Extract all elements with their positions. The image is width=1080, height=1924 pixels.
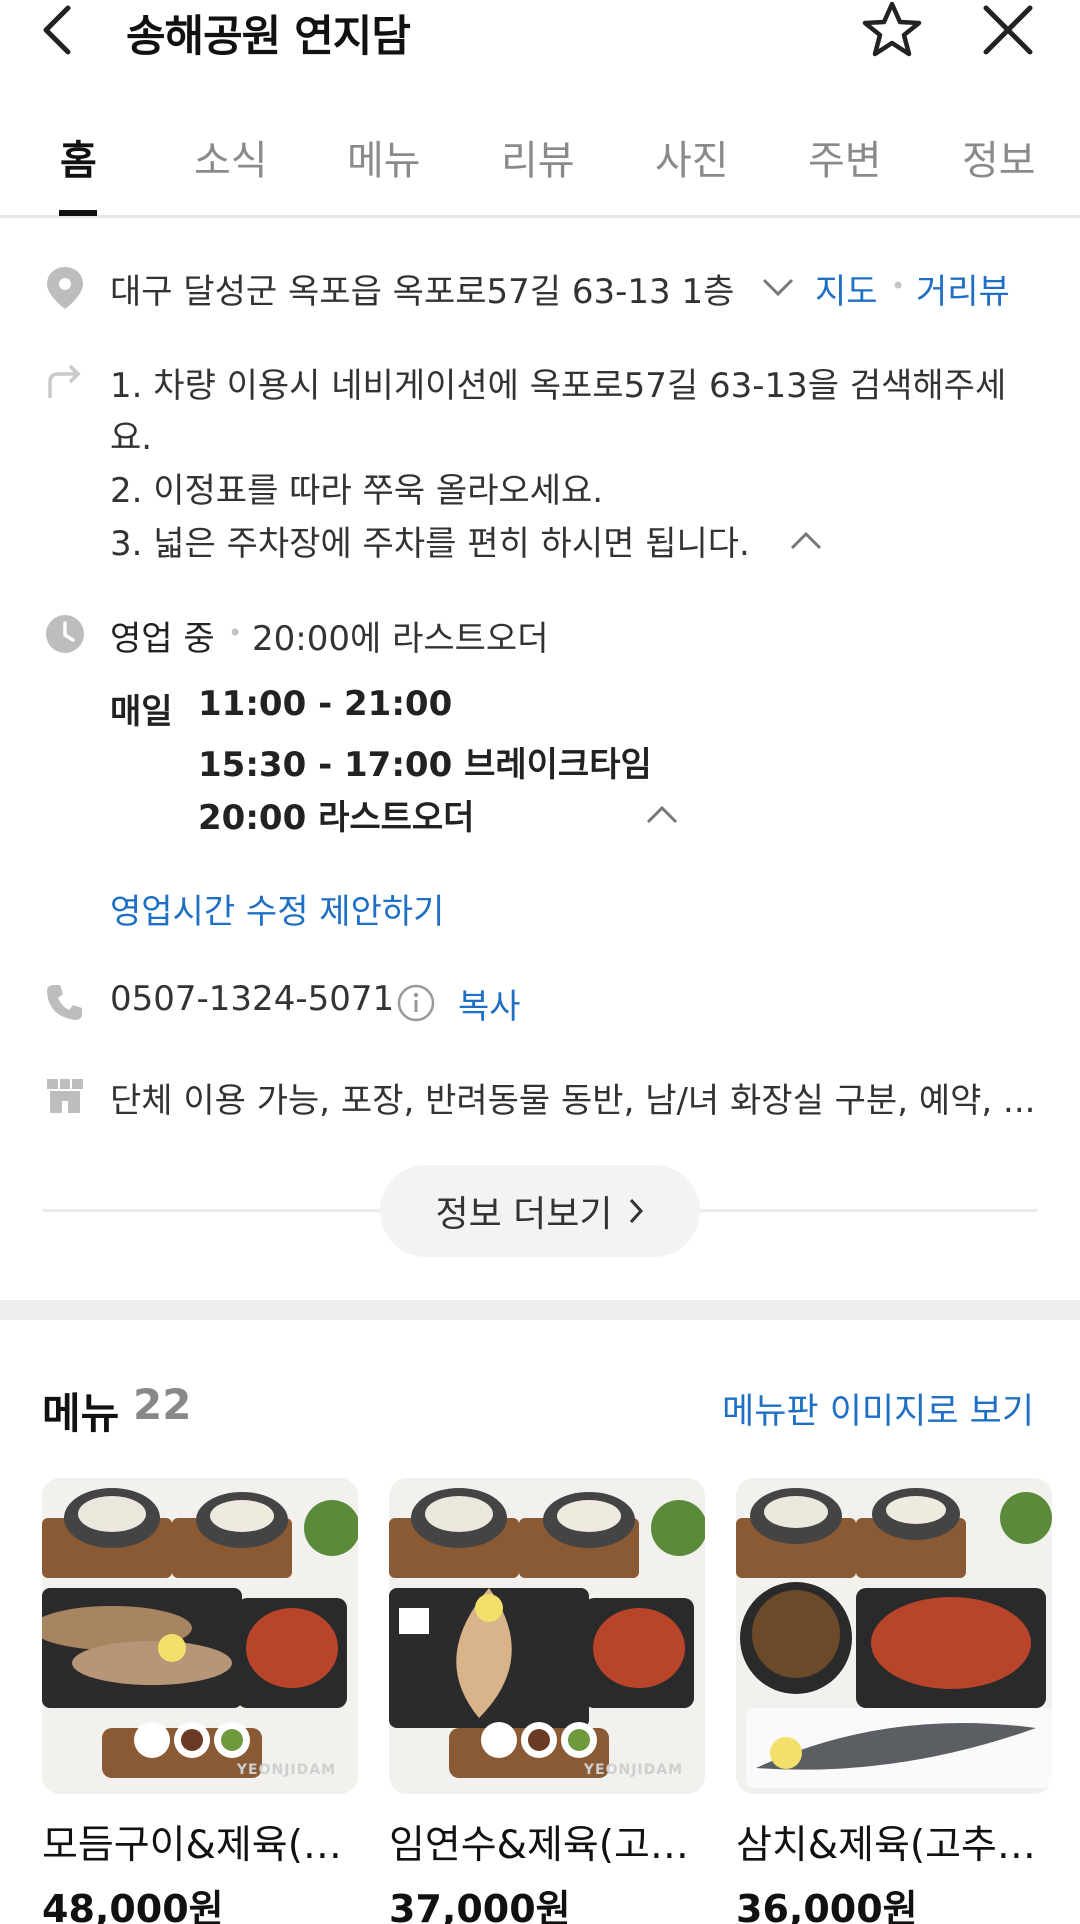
roadview-link[interactable]: 거리뷰 — [916, 264, 1010, 313]
menu-item-price: 37,000원 — [389, 1887, 571, 1924]
tab-nearby[interactable]: 주변 — [808, 128, 882, 186]
menu-item-photo — [736, 1478, 1052, 1794]
directions-line-2: 2. 이정표를 따라 쭈욱 올라오세요. — [110, 471, 604, 511]
tab-photos[interactable]: 사진 — [655, 128, 729, 186]
menu-count: 22 — [133, 1380, 192, 1429]
hours-day: 매일 — [110, 692, 173, 732]
more-info-button[interactable]: 정보 더보기 — [380, 1165, 700, 1257]
active-tab-indicator — [59, 210, 97, 216]
map-link[interactable]: 지도 — [815, 264, 878, 313]
chevron-up-icon — [790, 531, 822, 550]
clock-icon — [44, 613, 86, 655]
hours-break: 15:30 - 17:00 브레이크타임 — [198, 745, 652, 785]
tab-news[interactable]: 소식 — [194, 128, 268, 186]
chevron-up-icon — [646, 805, 678, 824]
amenities-text: 단체 이용 가능, 포장, 반려동물 동반, 남/녀 화장실 구분, 예약, .… — [110, 1081, 1036, 1121]
menu-item-card[interactable]: YEONJIDAM 임연수&제육(고추... 37,000원 — [389, 1478, 709, 1924]
menu-item-price: 36,000원 — [736, 1887, 918, 1924]
directions-turn-icon — [44, 358, 86, 400]
menu-item-name: 임연수&제육(고추... — [389, 1823, 709, 1868]
close-button[interactable] — [980, 2, 1036, 58]
menu-item-card[interactable]: YEONJIDAM 모듬구이&제육(고... 48,000원 — [42, 1478, 362, 1924]
directions-line-1: 1. 차량 이용시 네비게이션에 옥포로57길 63-13을 검색해주세 — [110, 366, 1007, 406]
directions-line-1-cont: 요. — [110, 418, 153, 458]
suggest-hours-edit-link[interactable]: 영업시간 수정 제안하기 — [110, 884, 444, 933]
menu-item-photo: YEONJIDAM — [42, 1478, 358, 1794]
last-order-summary: 20:00에 라스트오더 — [252, 619, 549, 659]
hours-collapse-button[interactable] — [644, 802, 680, 830]
status-separator: • — [228, 619, 243, 647]
back-button[interactable] — [38, 2, 78, 58]
more-info-label: 정보 더보기 — [435, 1194, 613, 1235]
address-text: 대구 달성군 옥포읍 옥포로57길 63-13 1층 — [110, 272, 735, 312]
photo-watermark: YEONJIDAM — [583, 1762, 683, 1778]
menu-board-image-link[interactable]: 메뉴판 이미지로 보기 — [722, 1383, 1034, 1434]
info-icon — [397, 984, 435, 1022]
directions-line-3: 3. 넓은 주차장에 주차를 편히 하시면 됩니다. — [110, 524, 750, 564]
hours-open: 11:00 - 21:00 — [198, 684, 453, 724]
location-pin-icon — [44, 265, 86, 309]
tab-info[interactable]: 정보 — [962, 128, 1036, 186]
close-icon — [983, 5, 1033, 55]
menu-section-title: 메뉴 — [42, 1389, 120, 1438]
chevron-left-icon — [43, 5, 71, 55]
page-title: 송해공원 연지담 — [126, 12, 411, 62]
tab-menu[interactable]: 메뉴 — [347, 128, 421, 186]
chevron-down-icon — [762, 278, 794, 297]
menu-item-price: 48,000원 — [42, 1887, 224, 1924]
store-icon — [44, 1075, 86, 1117]
top-bar: 송해공원 연지담 — [0, 0, 1080, 70]
tab-reviews[interactable]: 리뷰 — [501, 128, 575, 186]
directions-collapse-button[interactable] — [788, 528, 824, 556]
copy-phone-button[interactable]: 복사 — [458, 979, 521, 1028]
tab-home[interactable]: 홈 — [60, 128, 97, 186]
star-icon — [862, 1, 922, 57]
phone-number[interactable]: 0507-1324-5071 — [110, 979, 394, 1019]
business-status: 영업 중 — [110, 619, 215, 659]
tab-bar: 홈 소식 메뉴 리뷰 사진 주변 정보 — [0, 118, 1080, 218]
photo-watermark: YEONJIDAM — [236, 1762, 336, 1778]
menu-item-name: 삼치&제육(고추장... — [736, 1823, 1056, 1868]
menu-item-card[interactable]: 삼치&제육(고추장... 36,000원 — [736, 1478, 1056, 1924]
hours-last-order: 20:00 라스트오더 — [198, 798, 475, 838]
favorite-button[interactable] — [860, 0, 924, 60]
section-separator — [0, 1300, 1080, 1320]
menu-item-name: 모듬구이&제육(고... — [42, 1823, 362, 1868]
chevron-right-icon — [629, 1198, 643, 1224]
address-expand-button[interactable] — [760, 276, 796, 304]
phone-info-button[interactable] — [396, 983, 436, 1027]
menu-item-photo: YEONJIDAM — [389, 1478, 705, 1794]
link-separator: • — [891, 272, 906, 300]
phone-icon — [44, 981, 86, 1023]
